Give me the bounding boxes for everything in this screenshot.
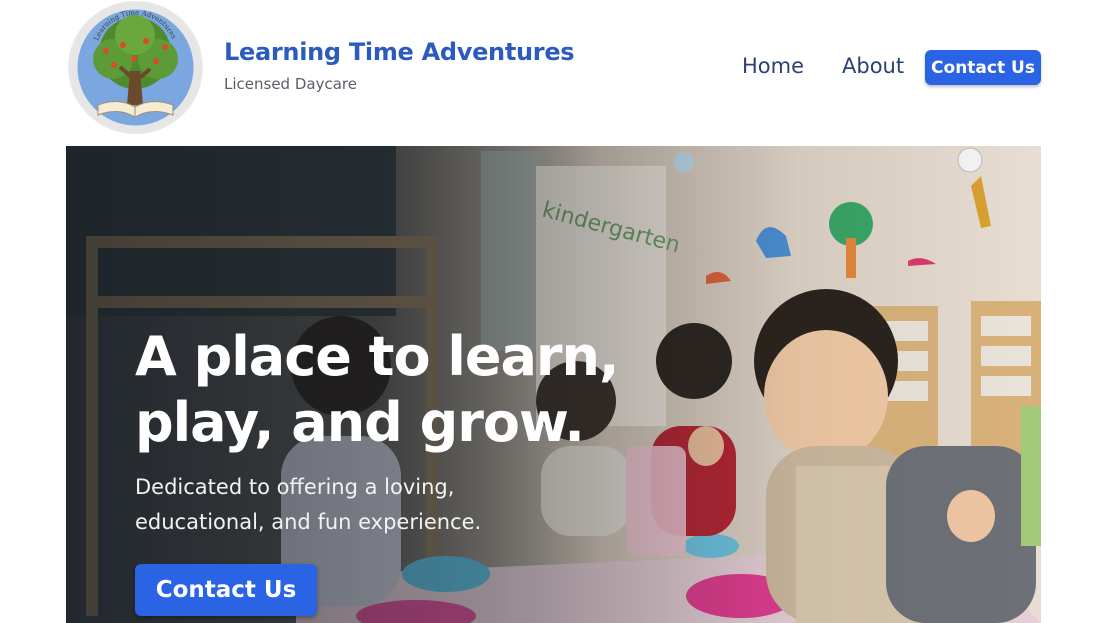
hero-description-line: educational, and fun experience. — [135, 510, 482, 534]
site-header: Learning Time Adventures Learning Time A… — [0, 0, 1107, 146]
tree-book-logo-icon: Learning Time Adventures — [69, 1, 202, 134]
nav-contact-button[interactable]: Contact Us — [925, 50, 1041, 85]
hero-description: Dedicated to offering a loving, educatio… — [135, 470, 555, 540]
brand-subtitle: Licensed Daycare — [224, 75, 357, 93]
hero-heading: A place to learn, play, and grow. — [135, 324, 695, 456]
hero-section: kindergarten — [66, 146, 1041, 623]
logo[interactable]: Learning Time Adventures — [68, 1, 203, 134]
hero-description-line: Dedicated to offering a loving, — [135, 475, 455, 499]
nav-home-link[interactable]: Home — [742, 54, 804, 78]
hero-heading-line: play, and grow. — [135, 391, 585, 454]
hero-heading-line: A place to learn, — [135, 325, 620, 388]
brand-title[interactable]: Learning Time Adventures — [224, 38, 575, 66]
nav-about-link[interactable]: About — [842, 54, 904, 78]
hero-contact-button[interactable]: Contact Us — [135, 564, 317, 616]
